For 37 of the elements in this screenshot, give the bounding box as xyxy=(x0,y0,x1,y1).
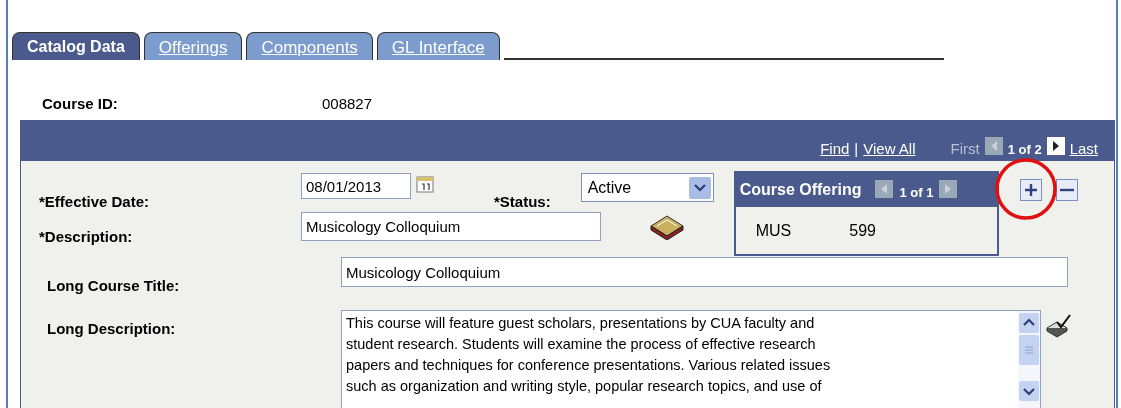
subject-value: MUS xyxy=(755,222,792,240)
scroll-down-icon[interactable] xyxy=(1019,381,1039,401)
view-all-link[interactable]: View All xyxy=(863,140,916,157)
description-label: *Description: xyxy=(38,227,134,245)
scroll-thumb[interactable] xyxy=(1019,335,1039,365)
calendar-icon[interactable] xyxy=(416,175,434,193)
add-row-icon[interactable] xyxy=(1019,179,1042,201)
effective-date-field[interactable]: 08/01/2013 xyxy=(301,173,411,199)
offering-position: 1 of 1 xyxy=(899,184,934,200)
page-position: 1 of 2 xyxy=(1007,142,1042,157)
last-link[interactable]: Last xyxy=(1069,140,1098,157)
description-field[interactable]: Musicology Colloquium xyxy=(301,212,601,241)
status-dropdown[interactable]: Active xyxy=(580,173,714,202)
scroll-up-icon[interactable] xyxy=(1019,313,1039,333)
course-id-value: 008827 xyxy=(322,94,373,112)
delete-row-icon[interactable] xyxy=(1055,179,1078,201)
previous-icon[interactable] xyxy=(984,137,1003,155)
previous-icon[interactable] xyxy=(875,180,894,198)
long-course-title-label: Long Course Title: xyxy=(46,276,181,294)
long-description-text: This course will feature guest scholars, presentations by CUA faculty and student research. Students will examine the process of effective research papers and techniques for conference presentations. Various related issues such as organization and writing style, popular research topics, and use of xyxy=(345,314,832,396)
first-label: First xyxy=(950,140,980,157)
find-link[interactable]: Find xyxy=(820,140,850,157)
course-id-label: Course ID: xyxy=(42,94,119,112)
separator: | xyxy=(854,140,859,157)
effective-date-label: *Effective Date: xyxy=(38,192,151,210)
scrollbar[interactable] xyxy=(1018,311,1040,408)
long-course-title-field[interactable]: Musicology Colloquium xyxy=(341,257,1068,287)
chevron-down-icon xyxy=(688,176,711,199)
next-icon[interactable] xyxy=(1046,137,1065,155)
spell-check-icon[interactable] xyxy=(1045,314,1071,338)
long-description-field[interactable] xyxy=(341,310,1041,408)
status-label: *Status: xyxy=(494,193,551,210)
course-offering-title: Course Offering xyxy=(739,181,862,199)
catalog-number-value: 599 xyxy=(849,222,876,240)
highlight-circle xyxy=(993,157,1058,221)
long-description-label: Long Description: xyxy=(46,319,177,337)
tab[interactable]: Catalog Data xyxy=(12,32,140,60)
